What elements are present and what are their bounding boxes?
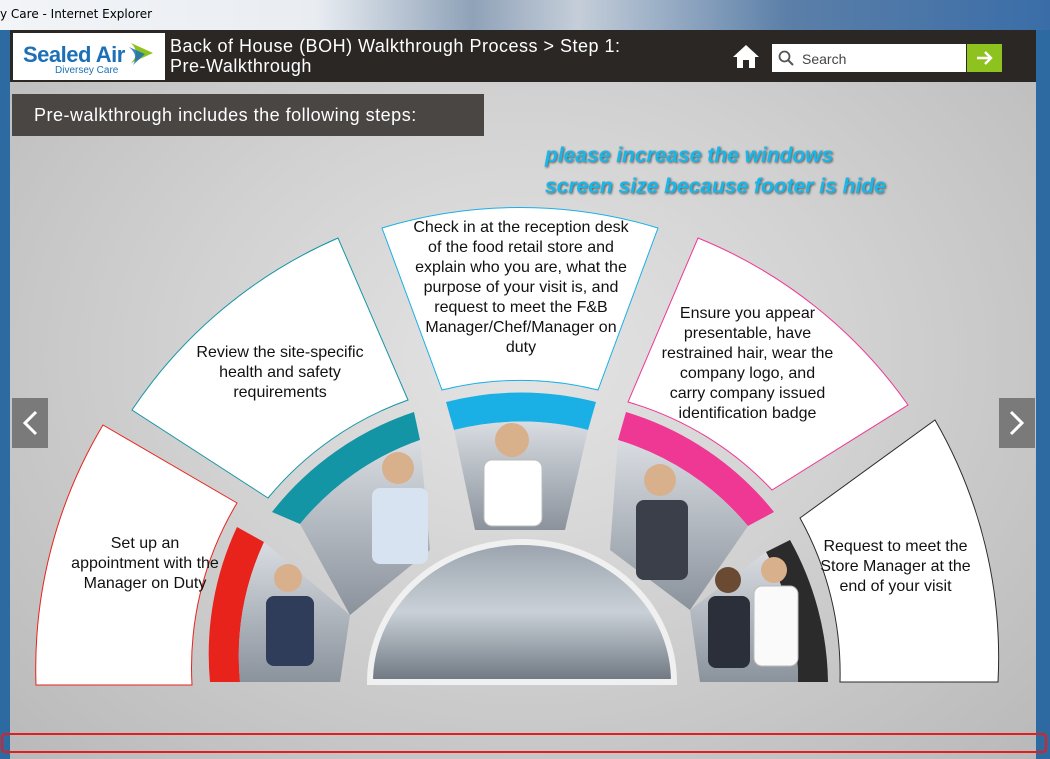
person-head-6 xyxy=(761,557,787,583)
person-body-5 xyxy=(708,596,750,668)
person-body-3 xyxy=(483,459,543,527)
person-body-6 xyxy=(753,585,799,667)
person-head-3 xyxy=(495,423,529,457)
previous-button[interactable] xyxy=(12,398,48,448)
chevron-right-icon xyxy=(1009,410,1025,436)
window-title: y Care - Internet Explorer xyxy=(0,7,153,21)
step-2-text: Review the site-specific health and safe… xyxy=(196,344,364,401)
person-body-1 xyxy=(266,596,314,666)
next-button[interactable] xyxy=(999,398,1035,448)
hidden-footer-highlight xyxy=(1,733,1047,753)
person-head-5 xyxy=(715,567,741,593)
window-titlebar: y Care - Internet Explorer xyxy=(0,0,1050,30)
chevron-left-icon xyxy=(22,410,38,436)
person-head-2 xyxy=(382,452,414,484)
step-1-text: Set up an appointment with the Manager o… xyxy=(71,535,219,592)
steps-fan-diagram xyxy=(35,207,1000,686)
person-head-4 xyxy=(644,464,676,496)
course-content: Sealed Air Diversey Care Back of House (… xyxy=(10,30,1036,759)
step-5-text: Request to meet the Store Manager at the… xyxy=(820,538,971,595)
person-body-2 xyxy=(372,488,428,564)
person-body-4 xyxy=(636,500,688,580)
person-head-1 xyxy=(274,564,302,592)
step-4-text: Ensure you appear presentable, have rest… xyxy=(661,305,834,422)
step-3-text: Check in at the reception desk of the fo… xyxy=(413,219,629,356)
